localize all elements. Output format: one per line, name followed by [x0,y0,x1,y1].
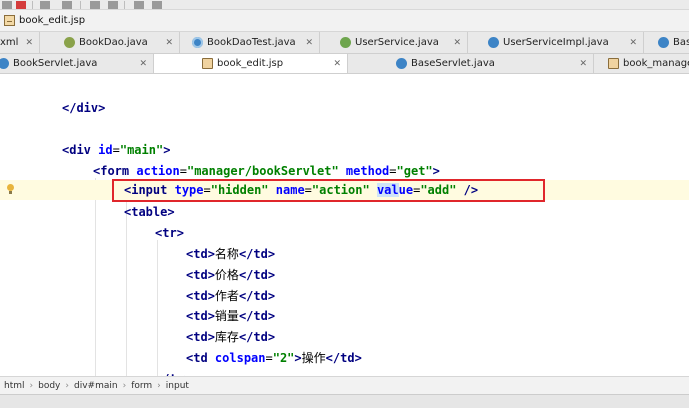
nav-file-name[interactable]: book_edit.jsp [19,15,85,26]
main-toolbar [0,0,689,10]
code-editor[interactable]: </div> <div id="main"> <form action="man… [0,74,689,376]
breadcrumb-item[interactable]: body [38,381,60,391]
toolbar-separator [124,1,125,9]
code-line[interactable]: <td>销量</td> [0,306,689,326]
tab-book-manager[interactable]: book_manager. [594,54,689,73]
jsp-file-icon [4,15,15,26]
chevron-right-icon: › [157,380,161,391]
test-class-icon [192,37,203,48]
java-class-icon [488,37,499,48]
gear-icon[interactable] [62,1,72,9]
breadcrumb-item[interactable]: form [131,381,152,391]
close-icon[interactable]: ✕ [453,38,461,48]
chevron-right-icon: › [65,380,69,391]
java-class-icon [0,58,9,69]
code-line[interactable]: </tr> [0,369,689,376]
search-icon[interactable] [152,1,162,9]
status-bar [0,394,689,408]
toolbar-separator [32,1,33,9]
code-line[interactable]: <td>价格</td> [0,265,689,285]
code-line[interactable]: <table> [0,202,689,222]
code-line[interactable]: <div id="main"> [0,140,689,160]
navigation-bar: book_edit.jsp [0,10,689,32]
wrench-icon[interactable] [90,1,100,9]
tab-bookdaotest[interactable]: BookDaoTest.java ✕ [186,32,320,53]
interface-icon [340,37,351,48]
close-icon[interactable]: ✕ [333,59,341,69]
editor-tabs-row-1: xml ✕ BookDao.java ✕ BookDaoTest.java ✕ … [0,32,689,54]
lightbulb-icon[interactable] [6,184,15,195]
tab-xml[interactable]: xml ✕ [0,32,40,53]
close-icon[interactable]: ✕ [305,38,313,48]
editor-tabs-row-2: BookServlet.java ✕ book_edit.jsp ✕ BaseS… [0,54,689,74]
jsp-file-icon [202,58,213,69]
close-icon[interactable]: ✕ [25,38,33,48]
close-icon[interactable]: ✕ [579,59,587,69]
tab-baseservlet[interactable]: BaseServlet.java ✕ [348,54,594,73]
java-class-icon [64,37,75,48]
toolbar-separator [80,1,81,9]
close-icon[interactable]: ✕ [165,38,173,48]
code-line[interactable]: </div> [0,98,689,118]
tab-bookdao[interactable]: BookDao.java ✕ [58,32,180,53]
code-line[interactable]: <td>库存</td> [0,327,689,347]
breadcrumb-item[interactable]: input [166,381,189,391]
close-icon[interactable]: ✕ [139,59,147,69]
java-class-icon [396,58,407,69]
chevron-right-icon: › [29,380,34,391]
stop-icon[interactable] [16,1,26,9]
tab-book-edit[interactable]: book_edit.jsp ✕ [154,54,348,73]
breadcrumb: html › body › div#main › form › input [0,376,689,394]
project-structure-icon[interactable] [108,1,118,9]
code-line[interactable]: <td colspan="2">操作</td> [0,348,689,368]
code-line[interactable]: <form action="manager/bookServlet" metho… [0,161,689,181]
jsp-file-icon [608,58,619,69]
chevron-right-icon: › [122,380,127,391]
java-class-icon [658,37,669,48]
tab-bookservlet[interactable]: BookServlet.java ✕ [0,54,154,73]
tab-userservice[interactable]: UserService.java ✕ [334,32,468,53]
code-line[interactable]: <tr> [0,223,689,243]
close-icon[interactable]: ✕ [629,38,637,48]
terminal-icon[interactable] [134,1,144,9]
tab-base[interactable]: Bas [652,32,689,53]
breadcrumb-item[interactable]: html [4,381,25,391]
attach-icon[interactable] [40,1,50,9]
code-line[interactable]: <td>作者</td> [0,286,689,306]
code-line[interactable]: <td>名称</td> [0,244,689,264]
build-icon[interactable] [2,1,12,9]
tab-userserviceimpl[interactable]: UserServiceImpl.java ✕ [482,32,644,53]
highlight-annotation-box [112,179,545,202]
breadcrumb-item[interactable]: div#main [74,381,118,391]
